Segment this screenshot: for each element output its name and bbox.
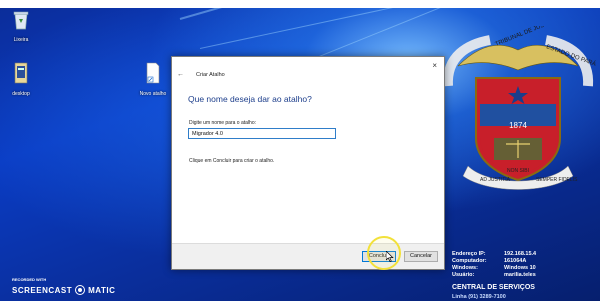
desktop-icon-novo-atalho[interactable]: Novo atalho [136, 62, 170, 97]
watermark-recorded: RECORDED WITH [12, 277, 47, 282]
svg-text:1874: 1874 [509, 121, 527, 130]
shortcut-name-input[interactable]: Migrador 4.0 [188, 128, 336, 139]
info-value: marilia.teles [504, 272, 536, 278]
new-shortcut-file-icon [146, 62, 160, 84]
info-key: Computador: [452, 258, 487, 264]
screencast-watermark: SCREENCAST MATIC [12, 285, 115, 295]
close-icon[interactable]: × [432, 61, 437, 70]
svg-text:NON SIBI: NON SIBI [507, 168, 529, 174]
mouse-pointer-icon [386, 251, 394, 262]
info-key: Endereço IP: [452, 251, 486, 257]
dialog-footer: Concluir Cancelar [172, 243, 444, 269]
svg-text:AD JUSTITIA: AD JUSTITIA [480, 177, 511, 183]
recycle-bin-icon [13, 11, 29, 30]
info-row: Endereço IP: 192.168.15.4 [452, 251, 536, 258]
info-value: 161064A [504, 258, 527, 264]
desktop-icon-label: desktop [12, 91, 30, 97]
desktop-icon-recycle-bin[interactable]: Lixeira [4, 10, 38, 43]
watermark-brand-right: MATIC [88, 285, 116, 295]
service-center-title: CENTRAL DE SERVIÇOS [452, 284, 535, 291]
back-arrow-icon[interactable]: ← [177, 71, 184, 78]
info-value: Windows 10 [504, 265, 536, 271]
shortcut-file-icon [14, 62, 28, 84]
info-value: 192.168.15.4 [504, 251, 537, 257]
dialog-title: Criar Atalho [196, 72, 225, 78]
desktop-icon-label: Novo atalho [139, 91, 167, 97]
desktop-icon-desktop[interactable]: desktop [4, 62, 38, 97]
info-row: Usuário: marilia.teles [452, 272, 536, 279]
screencast-logo-icon [75, 285, 86, 295]
create-shortcut-dialog: × ← Criar Atalho Que nome deseja dar ao … [171, 56, 445, 270]
info-row: Windows: Windows 10 [452, 265, 536, 272]
watermark-brand-left: SCREENCAST [12, 285, 73, 295]
svg-text:SEMPER FIDELIS: SEMPER FIDELIS [536, 177, 578, 183]
dialog-heading: Que nome deseja dar ao atalho? [188, 94, 312, 104]
click-highlight-ring [367, 236, 401, 270]
cancel-button[interactable]: Cancelar [404, 251, 438, 262]
desktop-icon-label: Lixeira [13, 37, 29, 43]
system-info-panel: Endereço IP: 192.168.15.4 Computador: 16… [452, 251, 536, 279]
shortcut-name-label: Digite um nome para o atalho: [189, 120, 256, 126]
info-key: Windows: [452, 265, 478, 271]
info-row: Computador: 161064A [452, 258, 536, 265]
dialog-hint: Clique em Concluir para criar o atalho. [189, 158, 275, 164]
service-center-phone: Linha (91) 3289-7100 [452, 294, 506, 300]
court-emblem-logo: TRIBUNAL DE JUSTIÇA ESTADO DO PARÁ 1874 … [442, 26, 597, 190]
info-key: Usuário: [452, 272, 475, 278]
